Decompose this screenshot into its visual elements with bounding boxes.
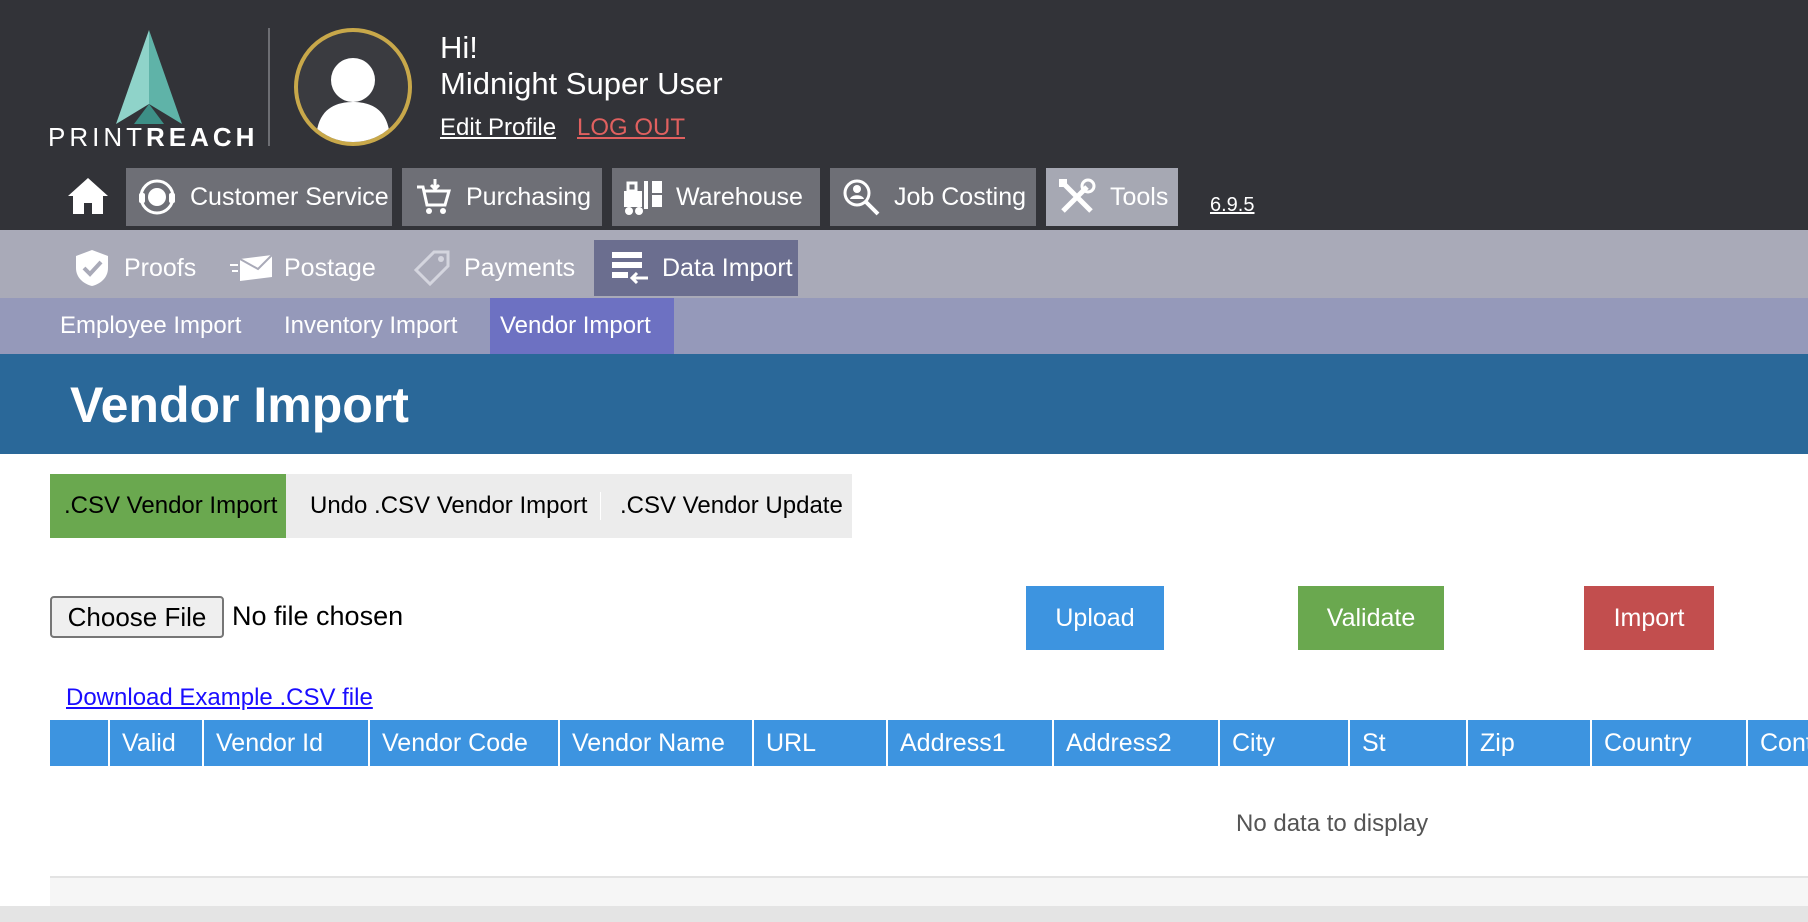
subnav-label: Proofs (124, 253, 197, 282)
grid-empty-message: No data to display (1236, 810, 1429, 837)
envelope-icon (230, 248, 274, 288)
nav-job-costing[interactable]: Job Costing (830, 168, 1036, 226)
subnav-label: Data Import (662, 253, 793, 282)
grid-col-zip[interactable]: Zip (1466, 720, 1590, 766)
grid-col-st[interactable]: St (1348, 720, 1466, 766)
grid-col-contact[interactable]: Cont (1746, 720, 1808, 766)
tab-employee-import[interactable]: Employee Import (50, 298, 251, 354)
greeting: Hi! (440, 30, 478, 65)
cart-icon (412, 176, 454, 218)
shield-check-icon (70, 248, 114, 288)
paper-plane-logo-icon (116, 30, 182, 124)
nav-label: Customer Service (190, 182, 389, 211)
printreach-logo[interactable]: PRINTREACH (48, 30, 259, 152)
tab-vendor-import[interactable]: Vendor Import (490, 298, 674, 354)
validate-button[interactable]: Validate (1298, 586, 1444, 650)
tab-inventory-import[interactable]: Inventory Import (274, 298, 467, 354)
nav-label: Job Costing (894, 182, 1027, 211)
grid-col-address1[interactable]: Address1 (886, 720, 1052, 766)
choose-file-button[interactable]: Choose File (50, 596, 224, 638)
grid-col-vendor-code[interactable]: Vendor Code (368, 720, 558, 766)
sub-nav: Proofs Postage Payments Data Import (0, 230, 1808, 298)
forklift-icon (622, 176, 664, 218)
home-button[interactable] (66, 176, 110, 216)
tab-undo-csv-vendor-import[interactable]: Undo .CSV Vendor Import (296, 474, 601, 538)
tab-csv-vendor-update[interactable]: .CSV Vendor Update (606, 474, 857, 538)
grid-col-country[interactable]: Country (1590, 720, 1746, 766)
nav-purchasing[interactable]: Purchasing (402, 168, 602, 226)
page-title-bar: Vendor Import (0, 354, 1808, 454)
file-status: No file chosen (232, 601, 404, 631)
tools-icon (1056, 176, 1098, 218)
tertiary-nav: Employee Import Inventory Import Vendor … (0, 298, 1808, 354)
nav-label: Tools (1110, 182, 1169, 211)
user-avatar-icon (316, 58, 390, 142)
grid-col-vendor-name[interactable]: Vendor Name (558, 720, 752, 766)
nav-customer-service[interactable]: Customer Service (126, 168, 392, 226)
main-nav: Customer Service Purchasing Warehouse Jo… (0, 166, 1808, 226)
edit-profile-link[interactable]: Edit Profile (440, 114, 556, 142)
import-button[interactable]: Import (1584, 586, 1714, 650)
nav-label: Purchasing (466, 182, 592, 211)
logo-wordmark: PRINTREACH (48, 122, 259, 152)
grid-col-vendor-id[interactable]: Vendor Id (202, 720, 368, 766)
page-title: Vendor Import (70, 377, 409, 433)
version-link[interactable]: 6.9.5 (1210, 194, 1254, 217)
grid-col-valid[interactable]: Valid (108, 720, 202, 766)
grid-col-url[interactable]: URL (752, 720, 886, 766)
logout-link[interactable]: LOG OUT (577, 114, 685, 142)
magnifier-person-icon (840, 176, 882, 218)
grid-col-select[interactable] (50, 720, 108, 766)
subnav-postage[interactable]: Postage (216, 240, 376, 296)
nav-label: Warehouse (676, 182, 803, 211)
avatar[interactable] (294, 28, 412, 146)
data-import-icon (608, 248, 652, 288)
tab-separator (600, 492, 601, 520)
grid-footer (50, 878, 1808, 906)
import-tabs: .CSV Vendor Import Undo .CSV Vendor Impo… (50, 474, 852, 538)
grid-col-city[interactable]: City (1218, 720, 1348, 766)
subnav-payments[interactable]: Payments (396, 240, 575, 296)
home-icon (68, 178, 108, 214)
subnav-label: Payments (464, 253, 576, 282)
nav-warehouse[interactable]: Warehouse (612, 168, 820, 226)
tag-icon (410, 248, 454, 288)
headset-icon (136, 176, 178, 218)
nav-tools[interactable]: Tools (1046, 168, 1178, 226)
app-header: PRINTREACH Hi! Midnight Super User Edit … (0, 0, 1808, 230)
grid-header: Valid Vendor Id Vendor Code Vendor Name … (50, 720, 1808, 766)
subnav-label: Postage (284, 253, 376, 282)
header-divider (268, 28, 270, 146)
user-name: Midnight Super User (440, 66, 723, 101)
upload-button[interactable]: Upload (1026, 586, 1164, 650)
tab-csv-vendor-import[interactable]: .CSV Vendor Import (50, 474, 286, 538)
grid-col-address2[interactable]: Address2 (1052, 720, 1218, 766)
download-example-link[interactable]: Download Example .CSV file (66, 684, 373, 712)
subnav-proofs[interactable]: Proofs (56, 240, 196, 296)
subnav-data-import[interactable]: Data Import (594, 240, 798, 296)
horizontal-scrollbar[interactable] (0, 906, 1808, 922)
